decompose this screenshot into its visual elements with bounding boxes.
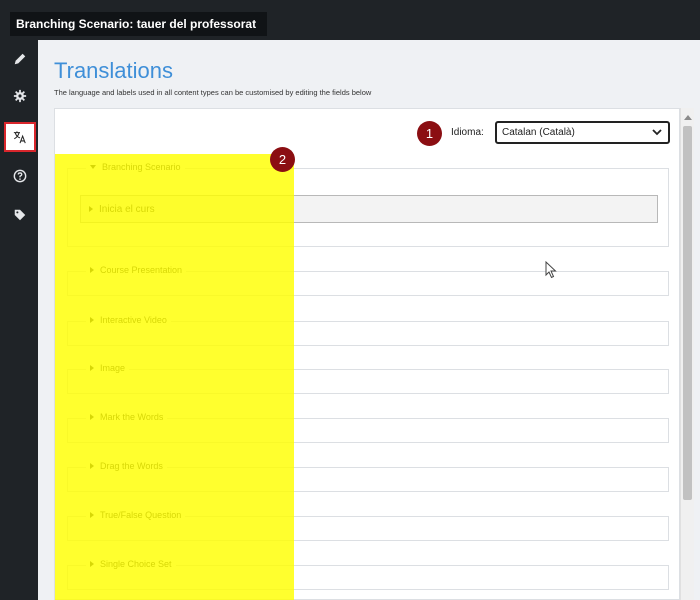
subgroup-label: Inicia el curs xyxy=(99,203,155,215)
group-header-true-false-question[interactable]: True/False Question xyxy=(86,510,186,520)
group-label: Branching Scenario xyxy=(102,162,181,172)
expand-caret-icon xyxy=(90,463,94,469)
main-content: Translations The language and labels use… xyxy=(38,40,700,600)
expand-caret-icon xyxy=(90,365,94,371)
expand-caret-icon xyxy=(89,206,93,212)
page-title: Translations xyxy=(54,58,174,83)
group-label: Course Presentation xyxy=(100,265,183,275)
group-true-false-question: True/False Question xyxy=(67,510,669,541)
group-header-mark-the-words[interactable]: Mark the Words xyxy=(86,412,168,422)
group-course-presentation: Course Presentation xyxy=(67,265,669,296)
group-header-course-presentation[interactable]: Course Presentation xyxy=(86,265,187,275)
pencil-icon xyxy=(14,53,26,65)
group-label: Drag the Words xyxy=(100,461,163,471)
window-title: Branching Scenario: tauer del professora… xyxy=(10,12,267,36)
sidebar-item-translations[interactable] xyxy=(4,122,36,152)
page-description: The language and labels used in all cont… xyxy=(54,88,372,97)
group-header-branching-scenario[interactable]: Branching Scenario xyxy=(86,162,185,172)
group-mark-the-words: Mark the Words xyxy=(67,412,669,443)
expand-caret-icon xyxy=(90,317,94,323)
left-sidebar xyxy=(0,40,38,600)
expand-caret-icon xyxy=(90,414,94,420)
translations-panel: 1 Idioma: Catalan (Català) 2 Branching S… xyxy=(54,108,680,600)
language-select-value: Catalan (Català) xyxy=(502,127,575,138)
expand-caret-icon xyxy=(90,165,96,169)
group-single-choice-set: Single Choice Set xyxy=(67,559,669,590)
group-label: Single Choice Set xyxy=(100,559,172,569)
subgroup-start-course[interactable]: Inicia el curs xyxy=(80,195,658,223)
scroll-up-icon[interactable] xyxy=(684,115,692,120)
expand-caret-icon xyxy=(90,561,94,567)
group-header-drag-the-words[interactable]: Drag the Words xyxy=(86,461,167,471)
group-header-single-choice-set[interactable]: Single Choice Set xyxy=(86,559,176,569)
group-label: True/False Question xyxy=(100,510,182,520)
top-bar: Branching Scenario: tauer del professora… xyxy=(0,0,700,40)
group-branching-scenario: Branching Scenario Inicia el curs xyxy=(67,162,669,247)
language-select[interactable]: Catalan (Català) xyxy=(495,121,670,144)
annotation-marker-1: 1 xyxy=(417,121,442,146)
group-label: Image xyxy=(100,363,126,373)
expand-caret-icon xyxy=(90,267,94,273)
group-header-interactive-video[interactable]: Interactive Video xyxy=(86,315,171,325)
group-label: Interactive Video xyxy=(100,315,167,325)
sidebar-item-help[interactable] xyxy=(4,161,36,191)
tag-icon xyxy=(14,209,26,221)
group-drag-the-words: Drag the Words xyxy=(67,461,669,492)
sidebar-item-settings[interactable] xyxy=(4,81,36,111)
group-label: Mark the Words xyxy=(100,412,164,422)
group-image: Image xyxy=(67,363,669,394)
sidebar-item-metadata[interactable] xyxy=(4,200,36,230)
sidebar-item-edit[interactable] xyxy=(4,44,36,74)
chevron-down-icon xyxy=(652,129,662,136)
gear-icon xyxy=(13,89,27,103)
language-label: Idioma: xyxy=(451,127,484,138)
annotation-marker-2: 2 xyxy=(270,147,295,172)
vertical-scrollbar[interactable] xyxy=(680,108,694,600)
help-icon xyxy=(13,169,27,183)
translate-icon xyxy=(13,131,26,144)
mouse-cursor-icon xyxy=(545,261,557,279)
group-interactive-video: Interactive Video xyxy=(67,315,669,346)
group-header-image[interactable]: Image xyxy=(86,363,130,373)
expand-caret-icon xyxy=(90,512,94,518)
scrollbar-thumb[interactable] xyxy=(683,126,692,500)
